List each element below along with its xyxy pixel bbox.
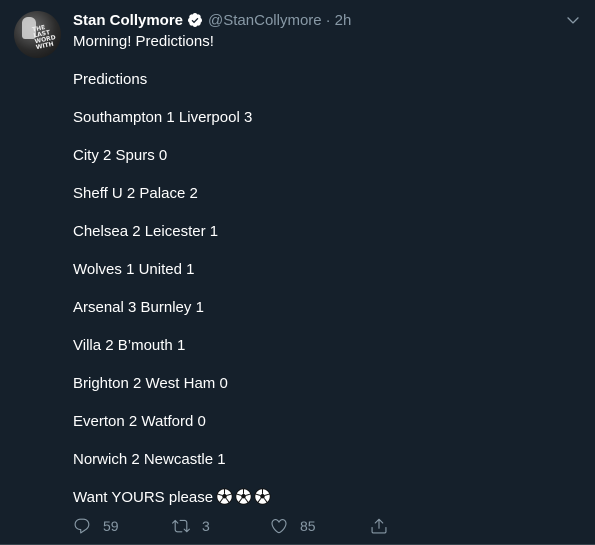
tweet-timestamp[interactable]: 2h — [335, 12, 352, 29]
tweet-line: Brighton 2 West Ham 0 — [73, 375, 228, 392]
reply-count: 59 — [103, 518, 119, 534]
avatar-text: THE LAST WORD WITH — [31, 24, 57, 52]
tweet-line: Sheff U 2 Palace 2 — [73, 185, 198, 202]
tweet-header: Stan Collymore @StanCollymore · 2h — [73, 9, 351, 31]
soccer-ball-icon — [235, 488, 252, 505]
tweet-line: Southampton 1 Liverpool 3 — [73, 109, 253, 126]
tweet-line: Chelsea 2 Leicester 1 — [73, 223, 219, 240]
tweet-line: Predictions — [73, 71, 148, 88]
soccer-ball-icon — [254, 488, 271, 505]
verified-badge-icon — [188, 13, 203, 27]
tweet-line: Morning! Predictions! — [73, 33, 214, 50]
reply-icon — [74, 518, 90, 534]
share-button[interactable] — [370, 517, 388, 535]
author-handle[interactable]: @StanCollymore — [208, 12, 322, 29]
tweet-card[interactable]: THE LAST WORD WITH Stan Collymore @StanC… — [0, 0, 595, 545]
tweet-text: Morning! Predictions! Predictions Southa… — [73, 31, 573, 525]
tweet-line-text: Want YOURS please — [73, 489, 214, 506]
soccer-ball-icon — [216, 488, 233, 505]
retweet-button[interactable]: 3 — [172, 517, 210, 535]
tweet-actions: 59 3 85 — [73, 515, 393, 537]
tweet-line: Everton 2 Watford 0 — [73, 413, 206, 430]
soccer-balls — [216, 488, 273, 512]
reply-button[interactable]: 59 — [73, 517, 119, 535]
retweet-count: 3 — [202, 518, 210, 534]
tweet-line: Villa 2 B’mouth 1 — [73, 337, 186, 354]
like-button[interactable]: 85 — [270, 517, 316, 535]
tweet-line: Arsenal 3 Burnley 1 — [73, 299, 204, 316]
heart-icon — [271, 519, 287, 534]
tweet-line-last: Want YOURS please — [73, 487, 573, 509]
author-name[interactable]: Stan Collymore — [73, 12, 183, 29]
tweet-line: Norwich 2 Newcastle 1 — [73, 451, 226, 468]
tweet-line: City 2 Spurs 0 — [73, 147, 168, 164]
share-icon — [371, 518, 387, 534]
retweet-icon — [172, 519, 190, 533]
chevron-down-icon[interactable] — [565, 12, 581, 28]
like-count: 85 — [300, 518, 316, 534]
avatar[interactable]: THE LAST WORD WITH — [14, 11, 61, 58]
separator-dot: · — [325, 11, 331, 29]
tweet-line: Wolves 1 United 1 — [73, 261, 195, 278]
